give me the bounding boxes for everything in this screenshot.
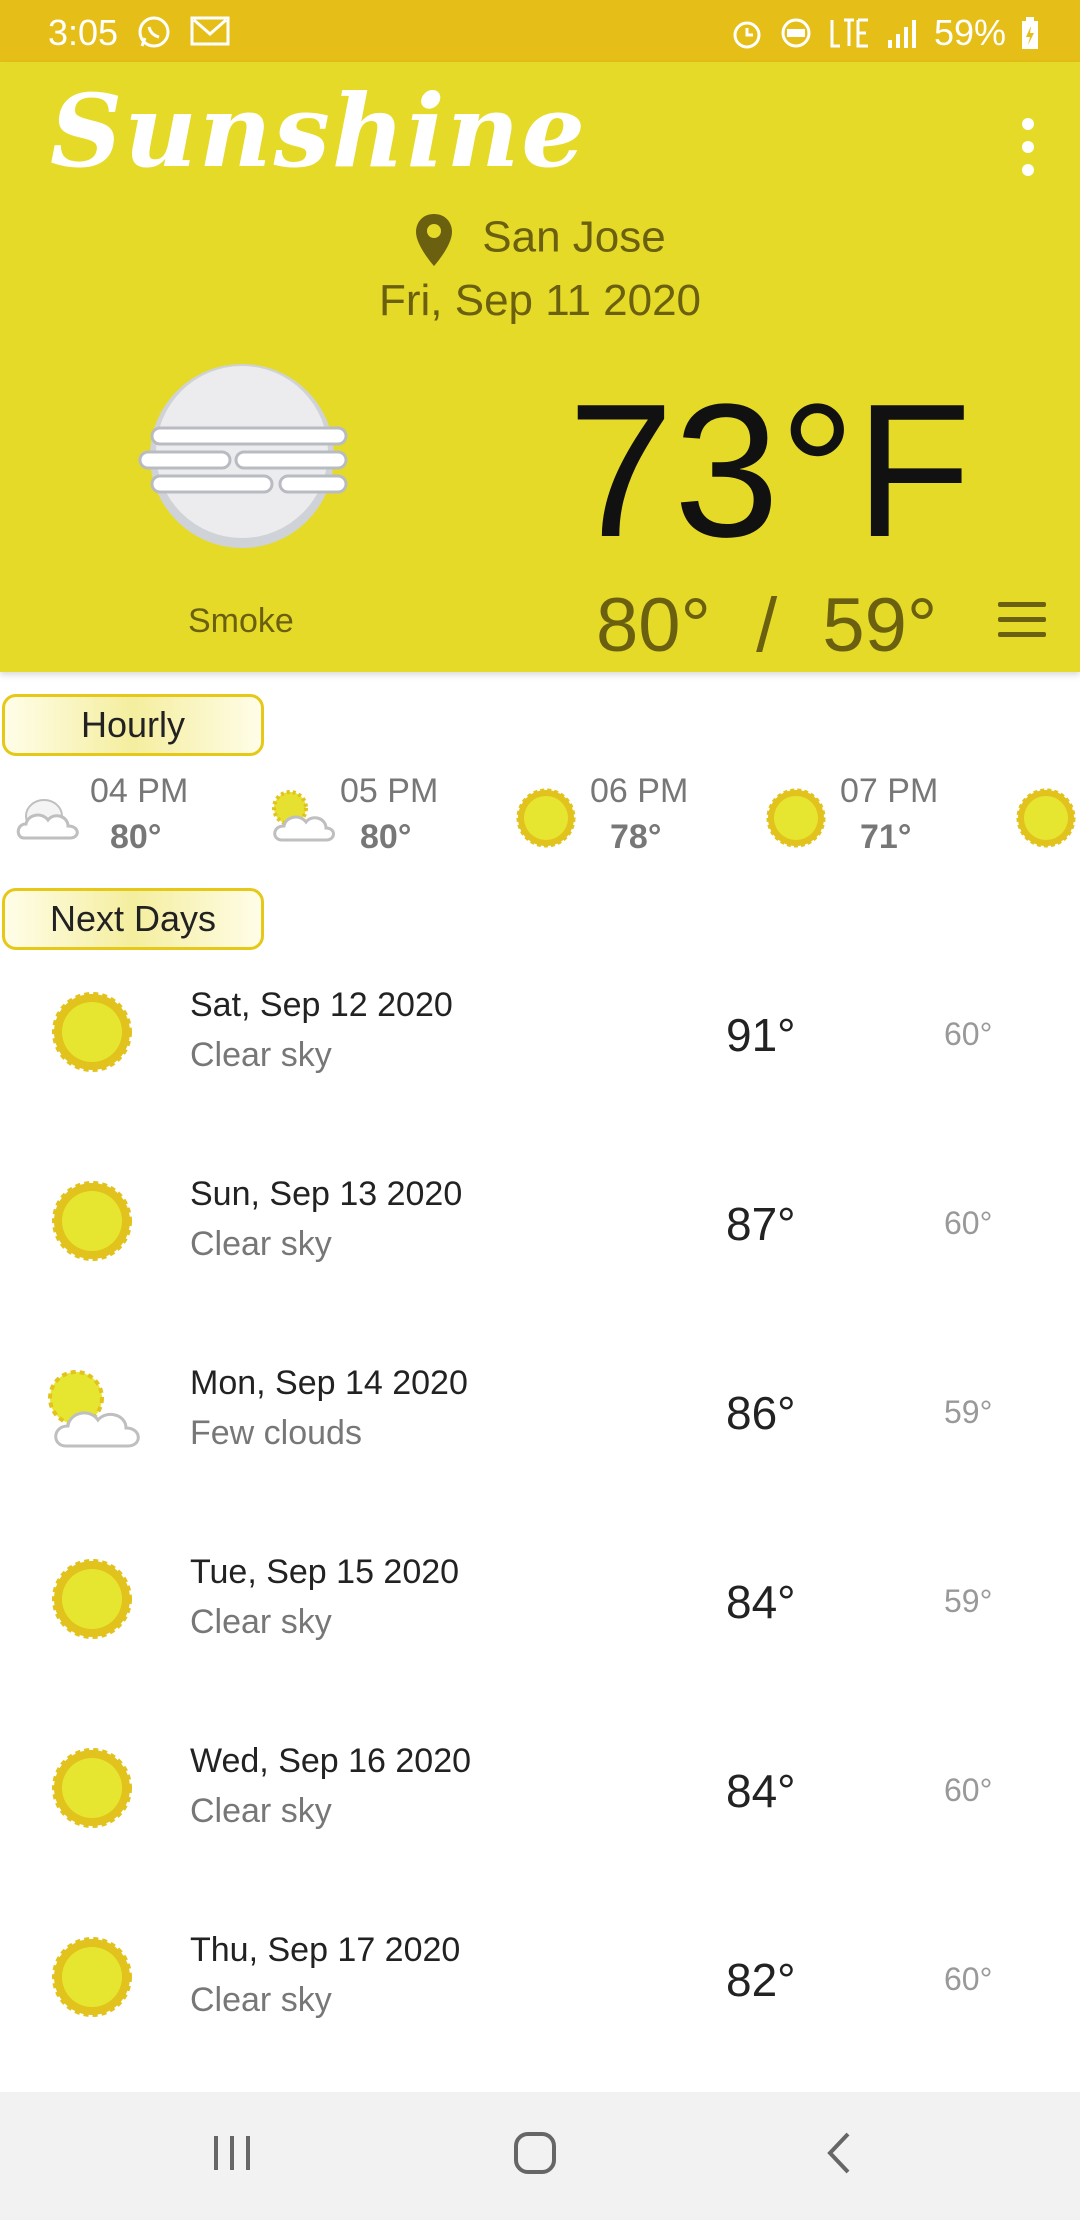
- hour-time: 06 PM: [590, 772, 689, 810]
- sun-icon: [50, 1179, 134, 1268]
- day-high: 87°: [726, 1198, 796, 1250]
- day-low: 59°: [944, 1583, 993, 1619]
- day-date: Sat, Sep 12 2020: [190, 986, 453, 1024]
- recent-apps-icon[interactable]: [210, 2130, 254, 2174]
- hour-temp: 71°: [860, 818, 912, 856]
- today-high: 80°: [596, 583, 711, 668]
- hour-temp: 78°: [610, 818, 662, 856]
- day-low: 60°: [944, 1961, 993, 1997]
- status-bar: 3:05 59%: [0, 0, 1080, 62]
- signal-icon: [887, 20, 916, 48]
- hourly-item: [1000, 772, 1080, 862]
- high-low-temperature: 80° / 59°: [596, 582, 937, 669]
- daily-forecast-row[interactable]: Sat, Sep 12 2020 Clear sky 91° 60°: [0, 950, 1080, 1138]
- sun-icon: [50, 1935, 134, 2024]
- hour-temp: 80°: [360, 818, 412, 856]
- day-date: Mon, Sep 14 2020: [190, 1364, 468, 1402]
- day-date: Sun, Sep 13 2020: [190, 1175, 463, 1213]
- high-low-separator: /: [756, 583, 778, 668]
- current-date: Fri, Sep 11 2020: [378, 276, 702, 325]
- more-options-icon[interactable]: [1016, 112, 1040, 182]
- day-high: 82°: [726, 1954, 796, 2006]
- day-low: 60°: [944, 1205, 993, 1241]
- cloudy-icon: [14, 786, 86, 851]
- location[interactable]: San Jose: [0, 212, 1080, 268]
- day-high: 91°: [726, 1009, 796, 1061]
- navigation-bar: [0, 2092, 1080, 2220]
- hourly-item: 06 PM 78°: [500, 772, 750, 862]
- day-low: 60°: [944, 1016, 993, 1052]
- day-description: Clear sky: [190, 1981, 332, 2019]
- sun-icon: [50, 1557, 134, 1646]
- day-description: Few clouds: [190, 1414, 362, 1452]
- hour-time: 04 PM: [90, 772, 189, 810]
- sun-icon: [50, 990, 134, 1079]
- daily-forecast-row[interactable]: Mon, Sep 14 2020 Few clouds 86° 59°: [0, 1328, 1080, 1516]
- whatsapp-icon: [138, 16, 170, 48]
- header: Sunshine San Jose Fri, Sep 11 2020 73°F …: [0, 62, 1080, 672]
- daily-forecast-row[interactable]: Sun, Sep 13 2020 Clear sky 87° 60°: [0, 1139, 1080, 1327]
- sun-icon: [50, 1746, 134, 1835]
- today-low: 59°: [822, 583, 938, 668]
- current-condition: Smoke: [188, 602, 294, 640]
- menu-icon[interactable]: [998, 602, 1046, 647]
- hourly-item: 05 PM 80°: [250, 772, 500, 862]
- day-high: 84°: [726, 1765, 796, 1817]
- day-date: Wed, Sep 16 2020: [190, 1742, 472, 1780]
- back-icon[interactable]: [820, 2130, 860, 2176]
- location-name: San Jose: [482, 212, 666, 262]
- day-date: Tue, Sep 15 2020: [190, 1553, 460, 1591]
- current-temperature: 73°F: [568, 365, 972, 577]
- status-time: 3:05: [48, 12, 119, 53]
- mail-icon: [190, 16, 230, 46]
- hourly-item: 04 PM 80°: [0, 772, 250, 862]
- sun-icon: [764, 786, 828, 855]
- alarm-icon: [733, 21, 761, 49]
- partly-cloudy-icon: [46, 1368, 146, 1457]
- hour-time: 05 PM: [340, 772, 439, 810]
- hour-time: 07 PM: [840, 772, 939, 810]
- volte-icon: [781, 18, 811, 48]
- battery-icon: [1022, 17, 1038, 49]
- day-description: Clear sky: [190, 1603, 332, 1641]
- hour-temp: 80°: [110, 818, 162, 856]
- sun-icon: [514, 786, 578, 855]
- sun-icon: [1014, 786, 1078, 855]
- daily-forecast-row[interactable]: Thu, Sep 17 2020 Clear sky 82° 60°: [0, 1895, 1080, 2083]
- location-pin-icon: [416, 214, 453, 266]
- day-description: Clear sky: [190, 1792, 332, 1830]
- daily-forecast-row[interactable]: Tue, Sep 15 2020 Clear sky 84° 59°: [0, 1517, 1080, 1705]
- day-high: 86°: [726, 1387, 796, 1439]
- smoke-icon: [138, 364, 348, 548]
- day-date: Thu, Sep 17 2020: [190, 1931, 461, 1969]
- partly-cloudy-icon: [264, 786, 336, 851]
- next-days-section-label: Next Days: [2, 888, 264, 950]
- home-icon[interactable]: [512, 2130, 558, 2176]
- lte-icon: [830, 18, 868, 48]
- daily-forecast-row[interactable]: Wed, Sep 16 2020 Clear sky 84° 60°: [0, 1706, 1080, 1894]
- day-description: Clear sky: [190, 1225, 332, 1263]
- battery-percent: 59%: [933, 12, 1006, 53]
- day-low: 60°: [944, 1772, 993, 1808]
- day-high: 84°: [726, 1576, 796, 1628]
- hourly-section-label: Hourly: [2, 694, 264, 756]
- app-title: Sunshine: [50, 72, 587, 190]
- day-low: 59°: [944, 1394, 993, 1430]
- day-description: Clear sky: [190, 1036, 332, 1074]
- hourly-item: 07 PM 71°: [750, 772, 1000, 862]
